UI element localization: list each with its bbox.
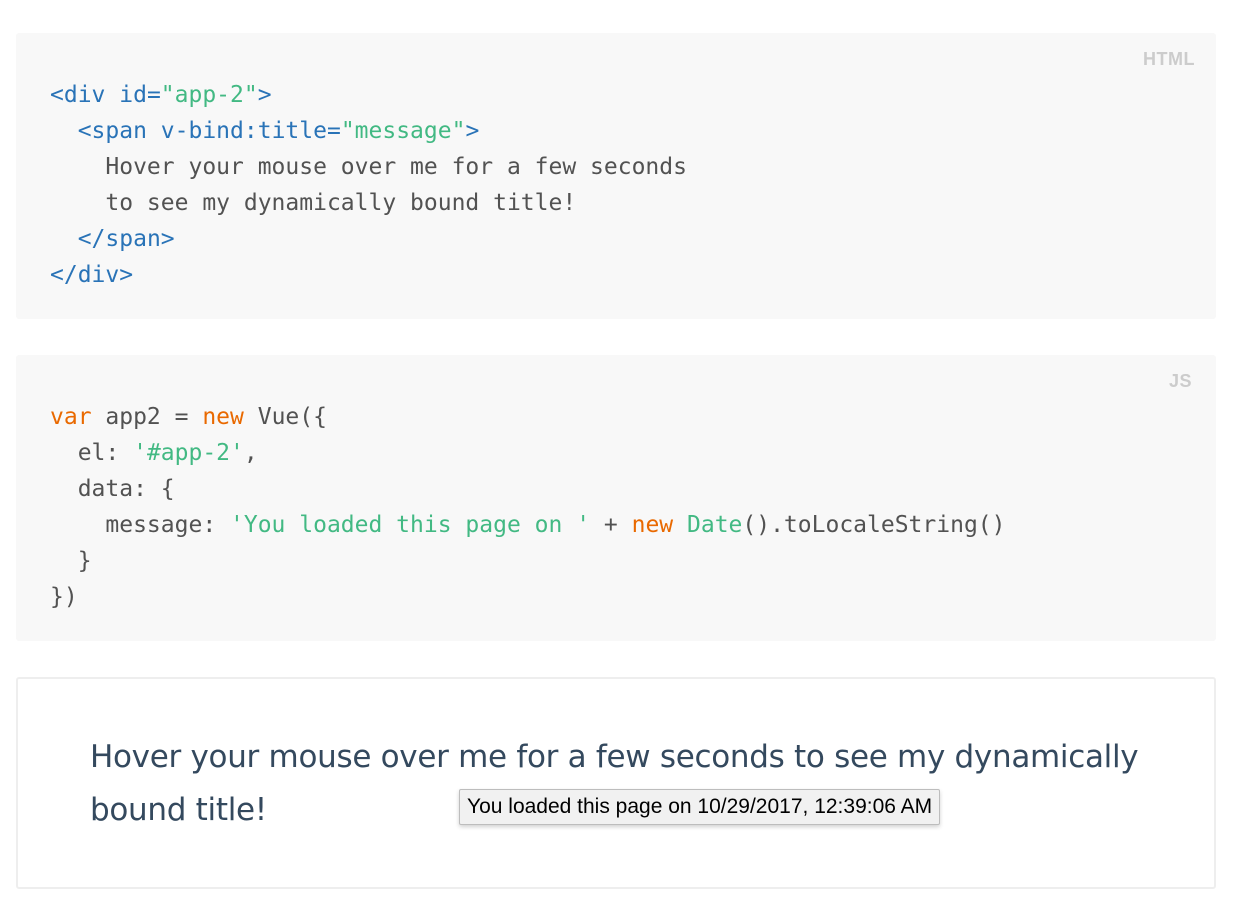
html-lang-label: HTML bbox=[1143, 49, 1195, 69]
code-token: Vue({ bbox=[243, 404, 327, 430]
code-token: <span bbox=[77, 118, 161, 144]
code-token: "app-2" bbox=[160, 82, 258, 108]
code-token: v-bind:title= bbox=[160, 118, 341, 144]
code-token: el: bbox=[50, 440, 134, 466]
code-token: to see my dynamically bound title! bbox=[50, 190, 577, 216]
code-token: <div bbox=[50, 82, 120, 108]
html-code-block: HTML <div id="app-2"> <span v-bind:title… bbox=[16, 33, 1216, 319]
code-token: new bbox=[631, 512, 674, 538]
code-token: , bbox=[243, 440, 258, 466]
code-token: } bbox=[50, 548, 92, 574]
page: HTML <div id="app-2"> <span v-bind:title… bbox=[0, 0, 1238, 912]
code-token: ().toLocaleString() bbox=[742, 512, 1006, 538]
code-token: id= bbox=[119, 82, 161, 108]
title-tooltip: You loaded this page on 10/29/2017, 12:3… bbox=[459, 789, 941, 825]
code-token: 'You loaded this page on ' bbox=[230, 512, 591, 538]
code-token: </span> bbox=[77, 226, 175, 252]
code-token: + bbox=[590, 512, 632, 538]
code-token: message: bbox=[50, 512, 231, 538]
code-token: app2 = bbox=[91, 404, 203, 430]
code-token: > bbox=[465, 118, 480, 144]
code-token: new bbox=[202, 404, 244, 430]
code-token: }) bbox=[50, 584, 78, 610]
code-token: > bbox=[257, 82, 272, 108]
code-token: </div> bbox=[50, 262, 134, 288]
html-code: <div id="app-2"> <span v-bind:title="mes… bbox=[50, 77, 687, 293]
js-code: var app2 = new Vue({ el: '#app-2', data:… bbox=[50, 399, 1006, 615]
js-code-block: JS var app2 = new Vue({ el: '#app-2', da… bbox=[16, 355, 1216, 641]
code-token: Hover your mouse over me for a few secon… bbox=[50, 154, 687, 180]
code-token: "message" bbox=[340, 118, 466, 144]
code-token: '#app-2' bbox=[133, 440, 244, 466]
code-token: data: { bbox=[50, 476, 175, 502]
code-token: Date bbox=[687, 512, 743, 538]
code-token: var bbox=[50, 404, 92, 430]
js-lang-label: JS bbox=[1168, 371, 1192, 391]
demo-output-box: Hover your mouse over me for a few secon… bbox=[16, 677, 1216, 889]
